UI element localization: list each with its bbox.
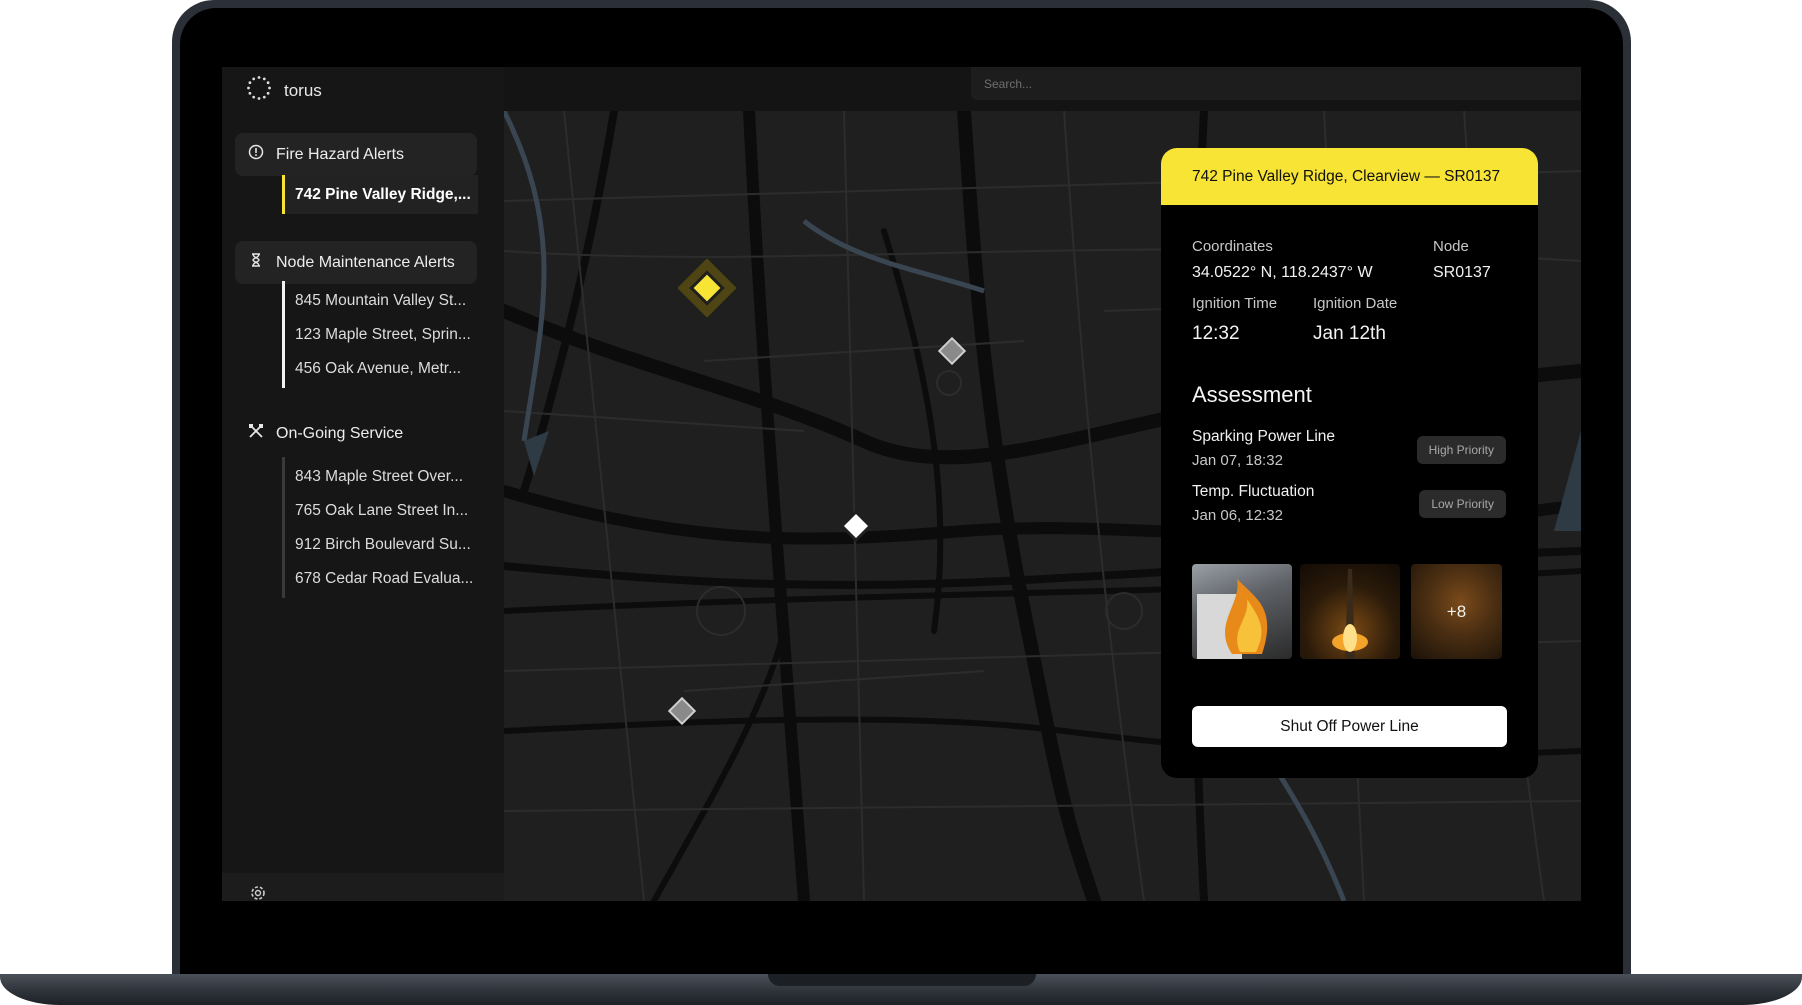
ignition-date-label: Ignition Date [1313, 295, 1398, 312]
more-photos-thumbnail[interactable]: +8 [1411, 564, 1502, 659]
sidebar: torus Fire Hazard Alerts 742 Pine Valley… [222, 67, 505, 901]
hourglass-icon [248, 252, 264, 273]
sidebar-footer [222, 873, 504, 901]
priority-badge: High Priority [1416, 436, 1506, 464]
section-label: On-Going Service [276, 424, 404, 442]
shut-off-power-line-button[interactable]: Shut Off Power Line [1192, 706, 1507, 747]
alert-detail-panel: 742 Pine Valley Ridge, Clearview — SR013… [1161, 148, 1538, 778]
section-ongoing-service[interactable]: On-Going Service [235, 412, 477, 455]
fire-alert-marker[interactable] [678, 259, 736, 317]
coordinates-value: 34.0522° N, 118.2437° W [1192, 264, 1373, 281]
more-photos-count: +8 [1446, 601, 1467, 621]
section-label: Fire Hazard Alerts [276, 145, 405, 163]
torus-logo-icon [246, 75, 272, 106]
alert-circle-icon [248, 144, 264, 165]
top-bar: Search... [504, 67, 1581, 111]
assessment-item-title: Sparking Power Line [1192, 428, 1336, 445]
panel-header: 742 Pine Valley Ridge, Clearview — SR013… [1161, 148, 1538, 205]
node-label: Node [1433, 238, 1469, 255]
priority-badge: Low Priority [1419, 490, 1506, 518]
sidebar-item-node-alert[interactable]: 456 Oak Avenue, Metr... [282, 349, 478, 388]
section-node-maintenance-alerts[interactable]: Node Maintenance Alerts [235, 241, 477, 284]
search-placeholder: Search... [984, 76, 1033, 91]
ignition-date-value: Jan 12th [1313, 323, 1386, 344]
sidebar-item-service[interactable]: 678 Cedar Road Evalua... [282, 559, 478, 598]
section-label: Node Maintenance Alerts [276, 253, 455, 271]
coordinates-label: Coordinates [1192, 238, 1273, 255]
ignition-time-value: 12:32 [1192, 323, 1240, 344]
tools-icon [248, 423, 264, 444]
laptop-notch [768, 974, 1036, 986]
settings-icon[interactable] [248, 883, 268, 901]
assessment-item-date: Jan 06, 12:32 [1192, 507, 1283, 524]
search-input[interactable]: Search... [971, 67, 1581, 100]
section-fire-hazard-alerts[interactable]: Fire Hazard Alerts [235, 133, 477, 176]
node-alert-marker[interactable] [937, 336, 967, 366]
app-logo[interactable]: torus [246, 67, 322, 114]
fire-photo-thumbnail[interactable] [1192, 564, 1292, 659]
fire-photo-thumbnail[interactable] [1300, 564, 1400, 659]
assessment-item-title: Temp. Fluctuation [1192, 483, 1315, 500]
node-alert-marker[interactable] [667, 696, 697, 726]
sidebar-item-fire-alert[interactable]: 742 Pine Valley Ridge,... [282, 175, 478, 214]
ignition-time-label: Ignition Time [1192, 295, 1278, 312]
node-value: SR0137 [1433, 264, 1491, 281]
assessment-title: Assessment [1192, 382, 1312, 407]
assessment-item-date: Jan 07, 18:32 [1192, 452, 1283, 469]
service-marker[interactable] [839, 509, 873, 543]
app-name: torus [284, 80, 322, 100]
